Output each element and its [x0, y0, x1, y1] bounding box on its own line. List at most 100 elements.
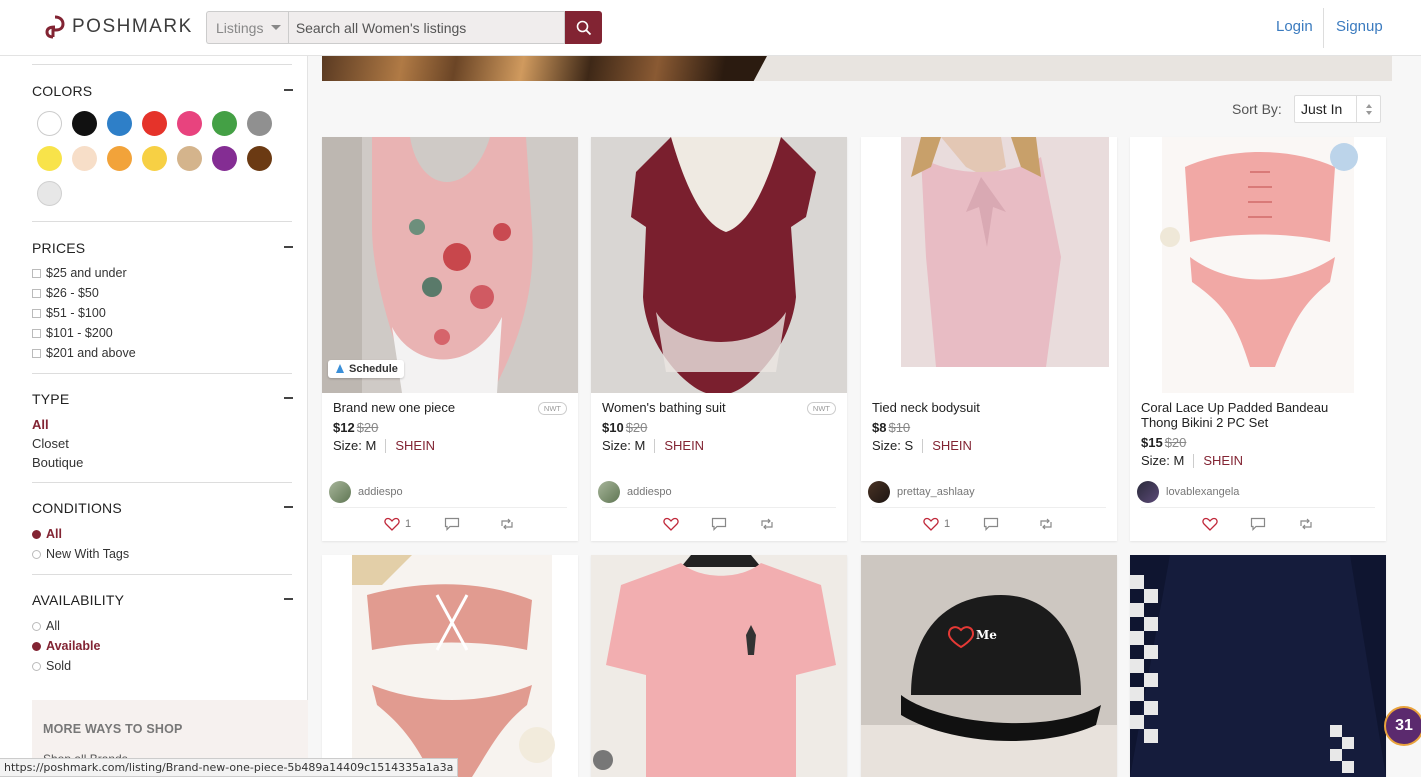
poshmark-logo[interactable]: POSHMARK: [44, 14, 193, 40]
comment-button[interactable]: [983, 517, 999, 531]
color-swatch[interactable]: [247, 111, 272, 136]
listing-image[interactable]: [1130, 555, 1386, 777]
like-button[interactable]: [1202, 517, 1218, 531]
listing-image[interactable]: [591, 555, 847, 777]
checkbox[interactable]: [32, 348, 41, 358]
type-option-all[interactable]: All: [32, 417, 49, 432]
share-button[interactable]: [1298, 517, 1314, 531]
colors-title: COLORS: [32, 83, 93, 99]
color-swatch[interactable]: [107, 146, 132, 171]
radio-button[interactable]: [32, 529, 41, 539]
promo-banner[interactable]: [322, 56, 1392, 81]
brand-link[interactable]: SHEIN: [395, 438, 435, 453]
price-filter-option[interactable]: $51 - $100: [32, 306, 106, 320]
color-swatch[interactable]: [37, 111, 62, 136]
radio-button[interactable]: [32, 661, 41, 671]
color-swatch[interactable]: [247, 146, 272, 171]
color-swatch[interactable]: [212, 111, 237, 136]
search-category-dropdown[interactable]: Listings: [206, 11, 288, 44]
seller-info[interactable]: addiespo: [598, 481, 672, 503]
checkbox[interactable]: [32, 308, 41, 318]
availability-option-available[interactable]: Available: [32, 639, 100, 653]
listing-image[interactable]: [861, 137, 1117, 393]
listing-card[interactable]: Tied neck bodysuit $8 $10 Size: S SHEIN pr…: [861, 137, 1117, 541]
listing-title[interactable]: Coral Lace Up Padded Bandeau Thong Bikin…: [1141, 400, 1341, 430]
sort-dropdown[interactable]: Just In: [1294, 95, 1381, 123]
type-option-boutique[interactable]: Boutique: [32, 455, 83, 470]
collapse-prices-icon[interactable]: [284, 246, 293, 248]
brand-link[interactable]: SHEIN: [664, 438, 704, 453]
type-option-closet[interactable]: Closet: [32, 436, 69, 451]
price-filter-option[interactable]: $201 and above: [32, 346, 136, 360]
login-link[interactable]: Login: [1276, 18, 1313, 35]
like-button[interactable]: [663, 517, 679, 531]
availability-option-all[interactable]: All: [32, 619, 60, 633]
availability-option-sold[interactable]: Sold: [32, 659, 71, 673]
checkbox[interactable]: [32, 268, 41, 278]
share-icon: [501, 518, 513, 530]
listing-card[interactable]: [322, 555, 578, 777]
color-swatch[interactable]: [72, 111, 97, 136]
condition-option-all[interactable]: All: [32, 527, 62, 541]
listing-card[interactable]: Schedule Brand new one piece NWT $12 $20 …: [322, 137, 578, 541]
comment-button[interactable]: [711, 517, 727, 531]
color-swatch[interactable]: [107, 111, 132, 136]
color-swatch[interactable]: [37, 181, 62, 206]
radio-button[interactable]: [32, 549, 41, 559]
listing-card[interactable]: [1130, 555, 1386, 777]
listing-image[interactable]: Me: [861, 555, 1117, 777]
color-swatch[interactable]: [142, 111, 167, 136]
collapse-conditions-icon[interactable]: [284, 506, 293, 508]
listing-image[interactable]: [591, 137, 847, 393]
price-option-label: $51 - $100: [46, 306, 106, 320]
color-swatch[interactable]: [37, 146, 62, 171]
collapse-colors-icon[interactable]: [284, 89, 293, 91]
share-button[interactable]: [499, 517, 515, 531]
status-bar-url: https://poshmark.com/listing/Brand-new-o…: [0, 758, 459, 777]
like-button[interactable]: 1: [923, 517, 950, 531]
collapse-type-icon[interactable]: [284, 397, 293, 399]
listing-card[interactable]: Women's bathing suit NWT $10 $20 Size: MS…: [591, 137, 847, 541]
listing-title[interactable]: Women's bathing suit: [602, 400, 802, 415]
price-filter-option[interactable]: $25 and under: [32, 266, 127, 280]
listing-image[interactable]: Schedule: [322, 137, 578, 393]
search-input[interactable]: [287, 11, 566, 44]
seller-info[interactable]: addiespo: [329, 481, 403, 503]
listing-title[interactable]: Tied neck bodysuit: [872, 400, 1072, 415]
brand-link[interactable]: SHEIN: [1203, 453, 1243, 468]
collapse-availability-icon[interactable]: [284, 598, 293, 600]
color-swatch[interactable]: [72, 146, 97, 171]
checkbox[interactable]: [32, 288, 41, 298]
color-swatch[interactable]: [177, 111, 202, 136]
condition-option-nwt[interactable]: New With Tags: [32, 547, 129, 561]
comment-button[interactable]: [444, 517, 460, 531]
seller-info[interactable]: lovablexangela: [1137, 481, 1239, 503]
listing-card[interactable]: [591, 555, 847, 777]
checkbox[interactable]: [32, 328, 41, 338]
radio-button[interactable]: [32, 641, 41, 651]
top-header: POSHMARK Listings Login Signup: [0, 0, 1421, 56]
comment-icon: [983, 517, 999, 531]
listing-image[interactable]: [1130, 137, 1386, 393]
share-button[interactable]: [759, 517, 775, 531]
like-button[interactable]: 1: [384, 517, 411, 531]
comment-button[interactable]: [1250, 517, 1266, 531]
listing-card[interactable]: Coral Lace Up Padded Bandeau Thong Bikin…: [1130, 137, 1386, 541]
color-swatch[interactable]: [212, 146, 237, 171]
brand-link[interactable]: SHEIN: [932, 438, 972, 453]
notification-badge[interactable]: 31: [1384, 706, 1421, 746]
price-filter-option[interactable]: $26 - $50: [32, 286, 99, 300]
seller-info[interactable]: prettay_ashlaay: [868, 481, 975, 503]
color-swatch[interactable]: [142, 146, 167, 171]
share-button[interactable]: [1038, 517, 1054, 531]
color-swatch[interactable]: [177, 146, 202, 171]
listing-image[interactable]: [322, 555, 578, 777]
comment-icon: [1250, 517, 1266, 531]
schedule-button[interactable]: Schedule: [328, 360, 404, 378]
search-button[interactable]: [565, 11, 602, 44]
listing-card[interactable]: Me: [861, 555, 1117, 777]
price-filter-option[interactable]: $101 - $200: [32, 326, 113, 340]
listing-title[interactable]: Brand new one piece: [333, 400, 533, 415]
radio-button[interactable]: [32, 621, 41, 631]
signup-link[interactable]: Signup: [1336, 18, 1383, 35]
